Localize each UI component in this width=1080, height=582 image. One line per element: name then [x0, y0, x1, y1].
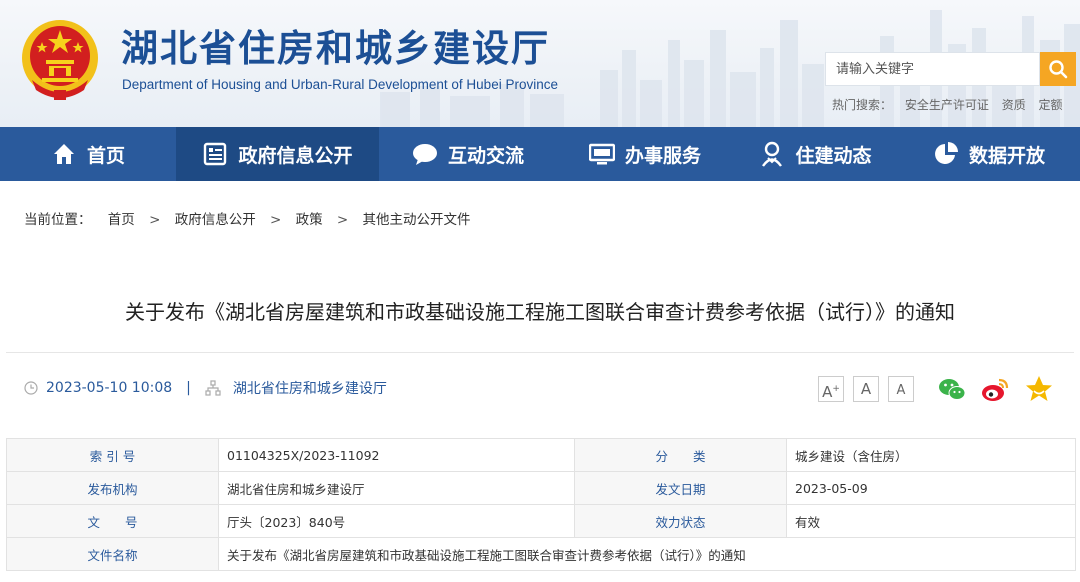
- publish-date: 2023-05-10 10:08: [46, 380, 173, 396]
- award-person-icon: [759, 141, 785, 167]
- meta-divider: |: [186, 380, 191, 396]
- search-icon: [1049, 60, 1068, 79]
- national-emblem-logo: [22, 20, 98, 100]
- issuer-value: 湖北省住房和城乡建设厅: [218, 471, 575, 505]
- breadcrumb: 当前位置： 首页 > 政府信息公开 > 政策 > 其他主动公开文件: [24, 208, 471, 228]
- nav-item-home[interactable]: 首页: [0, 127, 176, 181]
- document-name-label: 文件名称: [6, 537, 219, 571]
- nav-label: 住建动态: [795, 144, 872, 167]
- weibo-icon[interactable]: [980, 374, 1010, 404]
- document-number-label: 文 号: [6, 504, 219, 538]
- breadcrumb-government-info[interactable]: 政府信息公开: [175, 212, 256, 228]
- publish-source: 湖北省住房和城乡建设厅: [232, 381, 387, 397]
- category-label: 分 类: [574, 438, 787, 472]
- breadcrumb-separator: >: [270, 212, 282, 228]
- table-row: 文件名称 关于发布《湖北省房屋建筑和市政基础设施工程施工图联合审查计费参考依据（…: [6, 537, 1076, 571]
- document-list-icon: [202, 141, 228, 167]
- hot-search-term[interactable]: 资质: [1002, 98, 1026, 112]
- issue-date-value: 2023-05-09: [786, 471, 1076, 505]
- site-header: 湖北省住房和城乡建设厅 Department of Housing and Ur…: [0, 0, 1080, 127]
- wechat-icon[interactable]: [937, 374, 967, 404]
- nav-label: 互动交流: [447, 144, 524, 167]
- site-title: 湖北省住房和城乡建设厅: [121, 26, 550, 70]
- nav-label: 政府信息公开: [238, 144, 353, 167]
- breadcrumb-other-files[interactable]: 其他主动公开文件: [363, 212, 471, 228]
- validity-status-value: 有效: [786, 504, 1076, 538]
- nav-item-interaction[interactable]: 互动交流: [379, 127, 557, 181]
- main-nav: 首页 政府信息公开 互动交流 办事服务 住建动态 数据开放: [0, 127, 1080, 181]
- nav-item-services[interactable]: 办事服务: [557, 127, 733, 181]
- breadcrumb-policy[interactable]: 政策: [296, 212, 323, 228]
- article-meta: 2023-05-10 10:08 | 湖北省住房和城乡建设厅: [24, 378, 387, 398]
- document-name-value: 关于发布《湖北省房屋建筑和市政基础设施工程施工图联合审查计费参考依据（试行）》的…: [218, 537, 1076, 571]
- pie-chart-icon: [933, 141, 959, 167]
- nav-label: 首页: [86, 144, 125, 167]
- article-title: 关于发布《湖北省房屋建筑和市政基础设施工程施工图联合审查计费参考依据（试行）》的…: [125, 300, 955, 324]
- home-icon: [51, 141, 77, 167]
- font-large-label: A: [822, 383, 833, 401]
- nav-label: 数据开放: [968, 144, 1045, 167]
- table-row: 文 号 厅头〔2023〕840号 效力状态 有效: [6, 504, 1076, 538]
- breadcrumb-separator: >: [336, 212, 349, 228]
- site-subtitle: Department of Housing and Urban-Rural De…: [122, 77, 558, 92]
- clock-icon: [24, 381, 38, 395]
- font-medium-button[interactable]: A: [853, 376, 879, 402]
- index-number-label: 索 引 号: [6, 438, 219, 472]
- breadcrumb-separator: >: [149, 212, 161, 228]
- font-large-button[interactable]: A+: [818, 376, 844, 402]
- hot-search: 热门搜索： 安全生产许可证 资质 定额: [832, 96, 1063, 113]
- breadcrumb-home[interactable]: 首页: [108, 212, 135, 228]
- hot-search-term[interactable]: 定额: [1039, 98, 1063, 112]
- favorite-star-icon[interactable]: [1024, 374, 1054, 404]
- breadcrumb-label: 当前位置：: [24, 212, 92, 228]
- issuer-label: 发布机构: [6, 471, 219, 505]
- document-number-value: 厅头〔2023〕840号: [218, 504, 575, 538]
- monitor-icon: [588, 141, 615, 167]
- table-row: 发布机构 湖北省住房和城乡建设厅 发文日期 2023-05-09: [6, 471, 1076, 505]
- organization-icon: [205, 380, 221, 396]
- font-medium-label: A: [860, 380, 872, 398]
- font-small-button[interactable]: A: [888, 376, 914, 402]
- hot-search-label: 热门搜索：: [832, 98, 893, 112]
- search-button[interactable]: [1040, 52, 1076, 86]
- nav-item-open-data[interactable]: 数据开放: [898, 127, 1080, 181]
- validity-status-label: 效力状态: [574, 504, 787, 538]
- search-input[interactable]: [825, 52, 1040, 86]
- nav-item-news[interactable]: 住建动态: [733, 127, 898, 181]
- issue-date-label: 发文日期: [574, 471, 787, 505]
- nav-label: 办事服务: [624, 144, 701, 167]
- index-number-value: 01104325X/2023-11092: [218, 438, 575, 472]
- font-small-label: A: [896, 383, 906, 398]
- table-row: 索 引 号 01104325X/2023-11092 分 类 城乡建设（含住房）: [6, 438, 1076, 472]
- document-info-table: 索 引 号 01104325X/2023-11092 分 类 城乡建设（含住房）…: [6, 438, 1076, 571]
- chat-bubble-icon: [412, 141, 438, 167]
- hot-search-term[interactable]: 安全生产许可证: [905, 98, 989, 112]
- category-value: 城乡建设（含住房）: [786, 438, 1076, 472]
- nav-item-government-info[interactable]: 政府信息公开: [176, 127, 379, 181]
- divider: [6, 352, 1074, 353]
